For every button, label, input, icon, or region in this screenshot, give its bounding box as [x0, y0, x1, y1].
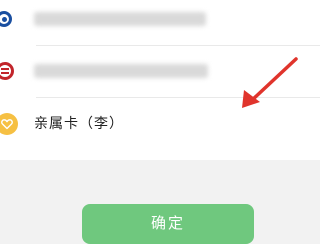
payment-option-row[interactable] [0, 0, 320, 46]
arrow-icon [242, 57, 298, 108]
family-card-icon [0, 113, 18, 135]
blurred-card-label [34, 64, 208, 78]
bank-icon [0, 11, 12, 27]
blurred-card-label [34, 12, 206, 26]
confirm-button[interactable]: 确定 [82, 204, 254, 244]
payment-method-list: 亲属卡（李） [0, 0, 320, 160]
family-card-label: 亲属卡（李） [34, 116, 124, 132]
bank-icon [0, 62, 14, 80]
